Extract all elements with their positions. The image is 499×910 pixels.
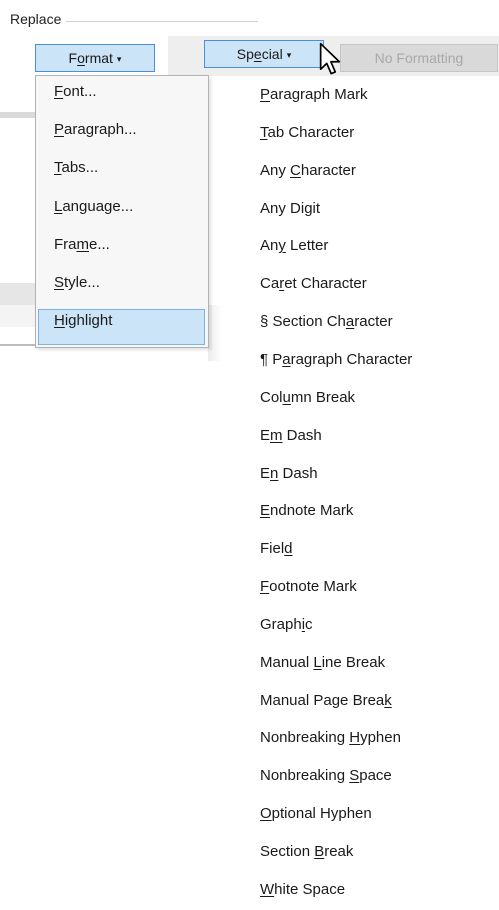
special-menu-item[interactable]: Endnote Mark bbox=[260, 502, 353, 519]
chevron-down-icon: ▾ bbox=[116, 53, 122, 64]
dialog-edge-fragment bbox=[0, 344, 36, 346]
format-menu-item[interactable]: Tabs... bbox=[54, 159, 98, 176]
special-menu-item[interactable]: Any Character bbox=[260, 162, 356, 179]
format-menu-item[interactable]: Frame... bbox=[54, 236, 110, 253]
special-menu-item[interactable]: ¶ Paragraph Character bbox=[260, 351, 412, 368]
special-menu-item[interactable]: Field bbox=[260, 540, 293, 557]
format-menu-item[interactable]: Font... bbox=[54, 83, 97, 100]
format-button[interactable]: Format ▾ bbox=[35, 44, 155, 72]
format-menu-item[interactable]: Paragraph... bbox=[54, 121, 137, 138]
format-menu-item[interactable]: Highlight bbox=[54, 312, 112, 329]
format-menu-item[interactable]: Language... bbox=[54, 198, 133, 215]
format-menu-item[interactable]: Style... bbox=[54, 274, 100, 291]
special-menu-item[interactable]: Manual Page Break bbox=[260, 692, 392, 709]
special-menu-item[interactable]: Nonbreaking Hyphen bbox=[260, 729, 401, 746]
special-menu-item[interactable]: Tab Character bbox=[260, 124, 354, 141]
chevron-down-icon: ▾ bbox=[286, 49, 292, 60]
special-menu-item[interactable]: Nonbreaking Space bbox=[260, 767, 392, 784]
no-formatting-button[interactable]: No Formatting bbox=[340, 44, 498, 72]
special-button-label: Special bbox=[236, 46, 283, 62]
special-menu-item[interactable]: Any Letter bbox=[260, 237, 328, 254]
special-menu-item[interactable]: Paragraph Mark bbox=[260, 86, 368, 103]
special-button[interactable]: Special ▾ bbox=[204, 40, 324, 68]
dialog-edge-fragment bbox=[0, 305, 36, 327]
dialog-edge-fragment bbox=[208, 305, 222, 361]
format-button-label: Format bbox=[68, 50, 113, 66]
special-menu-item[interactable]: Graphic bbox=[260, 616, 313, 633]
dialog-edge-fragment bbox=[0, 112, 36, 118]
special-menu-item[interactable]: Manual Line Break bbox=[260, 654, 385, 671]
special-menu-item[interactable]: Footnote Mark bbox=[260, 578, 357, 595]
special-menu-item[interactable]: En Dash bbox=[260, 465, 318, 482]
special-menu-item[interactable]: White Space bbox=[260, 881, 345, 898]
special-menu-item[interactable]: Caret Character bbox=[260, 275, 367, 292]
group-divider bbox=[66, 21, 258, 22]
no-formatting-label: No Formatting bbox=[374, 50, 464, 66]
replace-group-label: Replace bbox=[10, 11, 62, 27]
special-menu-item[interactable]: Any Digit bbox=[260, 200, 320, 217]
special-menu-item[interactable]: Optional Hyphen bbox=[260, 805, 372, 822]
special-menu-item[interactable]: Em Dash bbox=[260, 427, 322, 444]
special-menu-item[interactable]: Section Break bbox=[260, 843, 353, 860]
special-menu-item[interactable]: Column Break bbox=[260, 389, 355, 406]
special-menu-item[interactable]: § Section Character bbox=[260, 313, 393, 330]
mouse-pointer-icon bbox=[319, 42, 341, 75]
dialog-edge-fragment bbox=[0, 283, 36, 305]
